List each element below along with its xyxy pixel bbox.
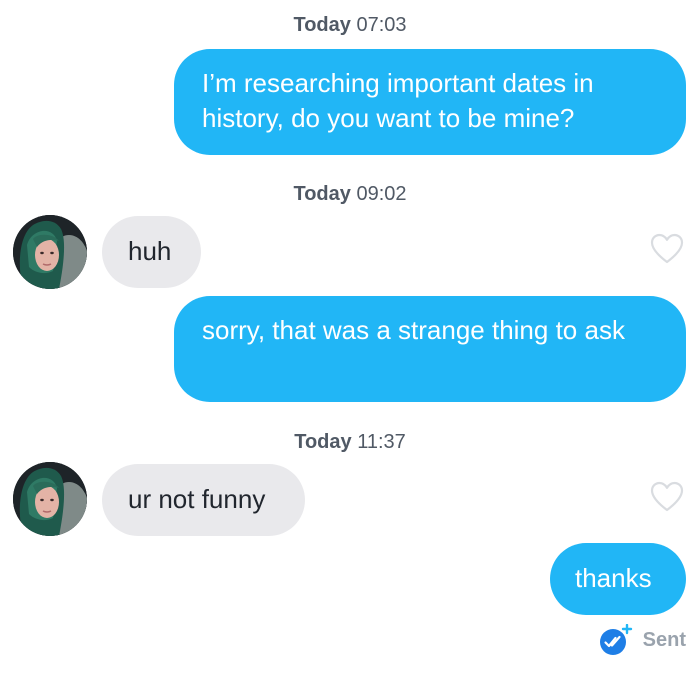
- delivery-status: Sent: [599, 624, 686, 656]
- timestamp: Today 07:03: [0, 14, 700, 37]
- avatar-image: [13, 462, 87, 536]
- timestamp: Today 09:02: [0, 183, 700, 206]
- message-text: thanks: [575, 563, 652, 593]
- timestamp-time: 07:03: [356, 14, 407, 36]
- outgoing-message[interactable]: thanks: [550, 543, 686, 615]
- contact-avatar[interactable]: [13, 462, 87, 536]
- timestamp-time: 09:02: [356, 183, 407, 205]
- outgoing-message[interactable]: I’m researching important dates in histo…: [174, 49, 686, 155]
- message-text: I’m researching important dates in histo…: [202, 68, 594, 133]
- like-heart-icon[interactable]: [650, 481, 684, 513]
- message-text: sorry, that was a strange thing to ask: [202, 315, 625, 345]
- incoming-message[interactable]: ur not funny: [102, 464, 305, 536]
- contact-avatar[interactable]: [13, 215, 87, 289]
- timestamp-time: 11:37: [357, 431, 406, 453]
- message-text: ur not funny: [128, 484, 266, 514]
- timestamp-day: Today: [293, 183, 351, 205]
- timestamp-day: Today: [294, 431, 352, 453]
- avatar-image: [13, 215, 87, 289]
- incoming-message[interactable]: huh: [102, 216, 201, 288]
- timestamp: Today 11:37: [0, 431, 700, 454]
- outgoing-message[interactable]: sorry, that was a strange thing to ask: [174, 296, 686, 402]
- double-check-icon: [599, 624, 632, 655]
- timestamp-day: Today: [293, 14, 351, 36]
- message-text: huh: [128, 236, 172, 266]
- sent-label: Sent: [642, 628, 686, 651]
- like-heart-icon[interactable]: [650, 233, 684, 265]
